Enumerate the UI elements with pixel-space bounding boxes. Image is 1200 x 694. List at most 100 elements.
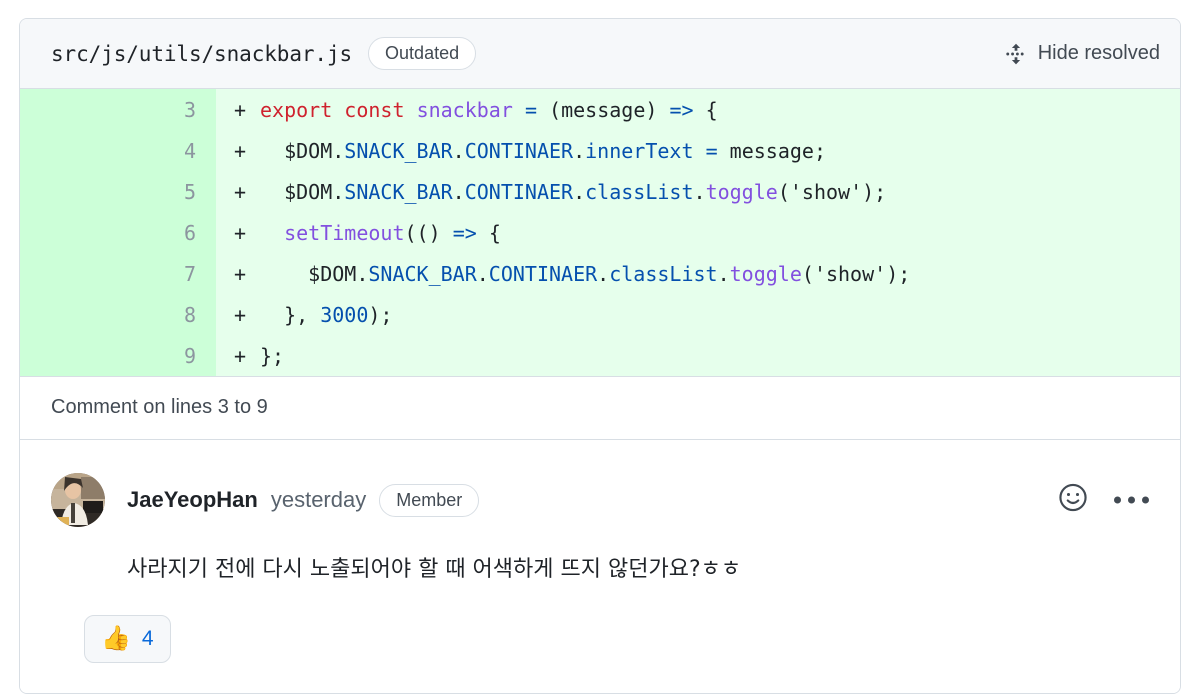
diff-line-code: + $DOM.SNACK_BAR.CONTINAER.innerText = m… xyxy=(216,130,1180,171)
diff-add-marker: + xyxy=(234,97,247,122)
comment-actions xyxy=(1058,483,1149,518)
thumbsup-icon: 👍 xyxy=(101,625,131,652)
outdated-badge: Outdated xyxy=(368,37,477,70)
hide-resolved-button[interactable]: Hide resolved xyxy=(1005,42,1160,65)
code-token-plain: $DOM. xyxy=(260,138,345,163)
code-token-fn: toggle xyxy=(729,261,802,286)
diff-add-marker: + xyxy=(234,138,247,163)
add-reaction-button[interactable] xyxy=(1058,483,1088,518)
diff-line-code: + $DOM.SNACK_BAR.CONTINAER.classList.tog… xyxy=(216,171,1180,212)
diff-line-code: + export const snackbar = (message) => { xyxy=(216,89,1180,130)
code-token-kw: const xyxy=(344,97,405,122)
reaction-button-thumbsup[interactable]: 👍 4 xyxy=(84,615,171,663)
code-token-plain: . xyxy=(452,138,465,163)
screenshot-root: src/js/utils/snackbar.js Outdated Hide r… xyxy=(0,0,1200,694)
code-token-plain: . xyxy=(717,261,730,286)
comment-on-lines-label: Comment on lines 3 to 9 xyxy=(20,376,1180,440)
code-token-op: = xyxy=(524,97,537,122)
code-token-var: CONTINAER xyxy=(464,179,574,204)
avatar[interactable] xyxy=(51,473,105,527)
code-token-plain: $DOM. xyxy=(260,179,345,204)
code-token-var: SNACK_BAR xyxy=(344,138,453,163)
diff-line-number[interactable]: 7 xyxy=(20,253,216,294)
kebab-dot-2 xyxy=(1128,496,1135,504)
diff-line-number[interactable]: 4 xyxy=(20,130,216,171)
code-token-op: => xyxy=(669,97,694,122)
diff-line-row: 4 + $DOM.SNACK_BAR.CONTINAER.innerText = … xyxy=(20,130,1180,171)
code-token-prop: classList xyxy=(609,261,718,286)
code-token-plain: { xyxy=(476,220,501,245)
diff-code-body: 3 + export const snackbar = (message) => {… xyxy=(20,89,1180,376)
diff-add-marker: + xyxy=(234,261,247,286)
file-path-label[interactable]: src/js/utils/snackbar.js xyxy=(51,42,352,66)
review-thread-card: src/js/utils/snackbar.js Outdated Hide r… xyxy=(19,18,1181,694)
diff-line-row: 8 + }, 3000); xyxy=(20,294,1180,335)
diff-line-number[interactable]: 3 xyxy=(20,89,216,130)
diff-line-row: 9 +}; xyxy=(20,335,1180,376)
diff-line-row: 5 + $DOM.SNACK_BAR.CONTINAER.classList.to… xyxy=(20,171,1180,212)
diff-line-code: + }, 3000); xyxy=(216,294,1180,335)
code-token-op: = xyxy=(705,138,718,163)
more-options-button[interactable] xyxy=(1114,496,1149,504)
comment-container: JaeYeopHan yesterday Member 사라지기 전에 다시 노… xyxy=(20,440,1180,693)
reaction-count: 4 xyxy=(141,627,154,650)
code-token-var: SNACK_BAR xyxy=(344,179,453,204)
code-token-plain: ); xyxy=(886,261,911,286)
diff-line-number[interactable]: 6 xyxy=(20,212,216,253)
comment-author[interactable]: JaeYeopHan xyxy=(127,487,258,513)
code-token-plain: { xyxy=(693,97,718,122)
reactions-bar: 👍 4 xyxy=(84,615,1149,663)
diff-line-number[interactable]: 8 xyxy=(20,294,216,335)
kebab-dot-1 xyxy=(1114,496,1121,504)
diff-line-row: 3 + export const snackbar = (message) => { xyxy=(20,89,1180,130)
code-token-plain: . xyxy=(573,179,586,204)
code-token-plain: message; xyxy=(717,138,826,163)
diff-header-left-group: src/js/utils/snackbar.js Outdated xyxy=(51,37,477,70)
diff-line-row: 6 + setTimeout(() => { xyxy=(20,212,1180,253)
diff-line-number[interactable]: 5 xyxy=(20,171,216,212)
code-token-num: 3000 xyxy=(320,302,369,327)
code-token-op: => xyxy=(452,220,477,245)
kebab-dot-3 xyxy=(1142,496,1149,504)
code-token-plain: ( xyxy=(777,179,790,204)
comment-header: JaeYeopHan yesterday Member xyxy=(51,473,1149,527)
code-token-str: 'show' xyxy=(813,261,887,286)
diff-line-code: + setTimeout(() => { xyxy=(216,212,1180,253)
member-badge: Member xyxy=(379,483,480,517)
code-token-plain: }, xyxy=(260,302,321,327)
diff-line-code: +}; xyxy=(216,335,1180,376)
code-token-plain: (() xyxy=(404,220,453,245)
code-token-plain: . xyxy=(476,261,489,286)
code-token-plain: . xyxy=(597,261,610,286)
code-token-plain: . xyxy=(573,138,586,163)
code-token-kw: export xyxy=(260,97,333,122)
comment-meta: JaeYeopHan yesterday Member xyxy=(127,483,480,517)
code-token-plain: $DOM. xyxy=(260,261,369,286)
diff-add-marker: + xyxy=(234,302,247,327)
comment-timestamp[interactable]: yesterday xyxy=(271,487,366,513)
hide-resolved-label: Hide resolved xyxy=(1037,42,1160,64)
code-token-plain: ( xyxy=(801,261,814,286)
code-token-plain: . xyxy=(452,179,465,204)
code-token-plain: ); xyxy=(368,302,393,327)
diff-line-code: + $DOM.SNACK_BAR.CONTINAER.classList.tog… xyxy=(216,253,1180,294)
diff-file-header: src/js/utils/snackbar.js Outdated Hide r… xyxy=(20,19,1180,89)
diff-code-table: 3 + export const snackbar = (message) => {… xyxy=(20,89,1180,376)
smiley-icon xyxy=(1058,483,1088,518)
code-token-prop: innerText xyxy=(585,138,694,163)
diff-line-number[interactable]: 9 xyxy=(20,335,216,376)
fold-icon xyxy=(1005,43,1027,65)
diff-add-marker: + xyxy=(234,343,247,368)
comment-body-text: 사라지기 전에 다시 노출되어야 할 때 어색하게 뜨지 않던가요?ㅎㅎ xyxy=(127,557,742,582)
code-token-prop: classList xyxy=(585,179,694,204)
code-token-var: CONTINAER xyxy=(488,261,598,286)
code-token-plain: . xyxy=(693,179,706,204)
code-token-var: CONTINAER xyxy=(464,138,574,163)
code-token-plain: (message) xyxy=(536,97,670,122)
code-token-plain: }; xyxy=(260,343,285,368)
code-token-var: SNACK_BAR xyxy=(368,261,477,286)
